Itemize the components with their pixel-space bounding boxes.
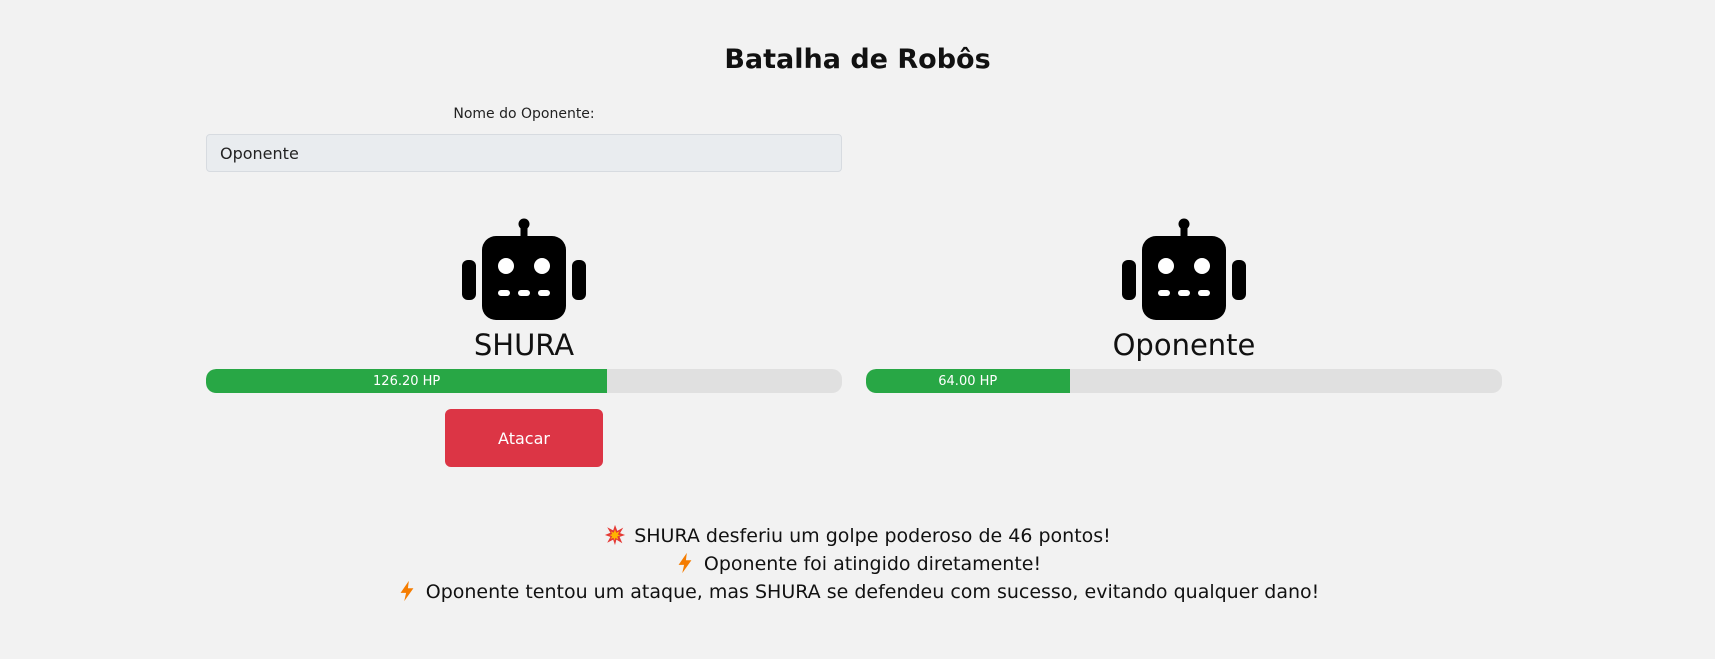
opponent-hp-fill: 64.00 HP (866, 369, 1070, 393)
player-name: SHURA (473, 328, 575, 362)
robot-icon (462, 218, 586, 320)
opponent-hp-bar: 64.00 HP (866, 369, 1502, 393)
attack-button[interactable]: Atacar (445, 409, 603, 467)
robot-icon (1122, 218, 1246, 320)
opponent-card: Oponente 64.00 HP (866, 218, 1502, 478)
player-card: SHURA 126.20 HP Atacar (206, 218, 842, 478)
log-text: Oponente foi atingido diretamente! (703, 553, 1042, 575)
page-title: Batalha de Robôs (724, 44, 991, 75)
log-line: Oponente tentou um ataque, mas SHURA se … (0, 578, 1715, 606)
log-text: SHURA desferiu um golpe poderoso de 46 p… (634, 525, 1111, 547)
opponent-name: Oponente (1112, 328, 1256, 362)
battle-page: Batalha de Robôs Nome do Oponente: SHURA… (0, 0, 1715, 659)
player-hp-fill: 126.20 HP (206, 369, 608, 393)
lightning-icon (678, 552, 692, 574)
opponent-name-input[interactable] (206, 134, 842, 172)
player-hp-bar: 126.20 HP (206, 369, 842, 393)
log-line: Oponente foi atingido diretamente! (0, 550, 1715, 578)
explosion-icon (605, 524, 626, 546)
log-line: SHURA desferiu um golpe poderoso de 46 p… (0, 522, 1715, 550)
lightning-icon (400, 580, 414, 602)
log-text: Oponente tentou um ataque, mas SHURA se … (425, 581, 1320, 603)
opponent-name-label: Nome do Oponente: (453, 106, 595, 122)
battle-log: SHURA desferiu um golpe poderoso de 46 p… (0, 522, 1715, 606)
